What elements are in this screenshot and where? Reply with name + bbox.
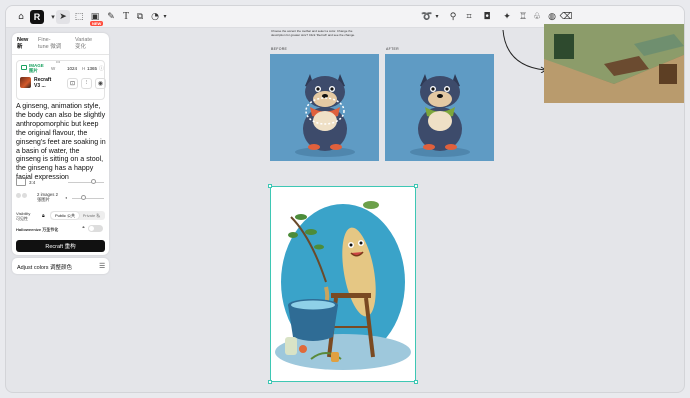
lock-icon: 🔒︎ (42, 213, 45, 219)
adjust-colors-bar[interactable]: Adjust colors 调整颜色 ☰ (12, 258, 109, 274)
resize-handle-bottom-left[interactable] (268, 380, 272, 384)
style-palette-icon[interactable]: ◉ (95, 78, 106, 89)
width-value[interactable]: 1024 (67, 66, 77, 71)
model-name[interactable]: Recraft V3 ... (34, 77, 51, 89)
public-option[interactable]: Public 公共 (51, 212, 79, 219)
mode-tabs: New 新 Fine-tune 微调 Variate 变化 (12, 33, 109, 55)
tab-variate[interactable]: Variate 变化 (75, 37, 92, 51)
logo-icon[interactable]: R (30, 10, 44, 24)
reference-image-icon[interactable]: ⊡ (67, 78, 78, 89)
sliders-icon[interactable]: ☰ (99, 262, 105, 270)
more-options-icon[interactable]: ••• (56, 59, 60, 64)
resize-handle-top-left[interactable] (268, 184, 272, 188)
chevron-down-icon[interactable]: ▾ (158, 10, 172, 24)
image-count-icon (16, 193, 27, 199)
halloweenize-label: Halloweenize 万圣节化 (16, 227, 59, 232)
wand-icon[interactable]: ⚲ (446, 10, 460, 24)
height-label: H (82, 66, 86, 71)
image-count-label: 2 images 2 张图片 (37, 192, 59, 202)
before-label: BEFORE (271, 47, 288, 51)
tab-new[interactable]: New 新 (17, 37, 28, 51)
after-image[interactable] (385, 54, 494, 161)
room-image[interactable] (544, 24, 684, 103)
app-window: ⌂ R ▾ ➤ ⬚ ▣ NEW ✎ T ⧉ ◔ ▾ ➰ ▾ ⚲ ⌗ ◘ ✦ ♖ … (5, 5, 685, 393)
generated-ginseng-image[interactable] (270, 186, 416, 382)
pen-icon[interactable]: ✎ (104, 10, 118, 24)
settings-sliders-icon[interactable]: ⫶ (81, 78, 92, 89)
resize-handle-top-right[interactable] (414, 184, 418, 188)
generation-panel: New 新 Fine-tune 微调 Variate 变化 IMAGE 图片 ••• … (12, 33, 109, 255)
new-badge: NEW (90, 21, 104, 26)
select-icon[interactable]: ➤ (56, 10, 70, 24)
model-thumbnail[interactable] (20, 77, 31, 88)
frame-icon[interactable]: ⬚ (72, 10, 86, 24)
after-label: AFTER (386, 47, 399, 51)
info-icon[interactable]: ⓘ (99, 65, 104, 72)
visibility-label: Visibility 可见性 (16, 211, 31, 221)
sparkle-icon[interactable]: ✦ (500, 10, 514, 24)
image-type-icon (21, 65, 27, 70)
connector-arrow-icon (502, 29, 547, 73)
width-label: W (51, 66, 56, 71)
camera-icon[interactable]: ◘ (480, 10, 494, 24)
private-option[interactable]: Private 私 (79, 212, 104, 219)
resize-handle-bottom-right[interactable] (414, 380, 418, 384)
aspect-ratio-slider[interactable] (68, 182, 104, 184)
image-small-icon: ◖ (65, 195, 68, 200)
tab-fine-tune[interactable]: Fine-tune 微调 (38, 37, 61, 51)
chevron-down-icon[interactable]: ▾ (430, 10, 444, 24)
aspect-ratio-icon[interactable] (16, 177, 26, 186)
recraft-button[interactable]: Recraft 重构 (16, 240, 105, 252)
image-count-slider[interactable] (72, 198, 104, 200)
eraser-icon[interactable]: ⌫ (559, 10, 573, 24)
adjust-colors-label: Adjust colors 调整颜色 (17, 265, 73, 271)
canvas-caption: Choose the accent the toolbar and select… (271, 29, 356, 37)
image-type-label[interactable]: IMAGE 图片 (29, 63, 44, 73)
palette-icon[interactable]: ◍ (545, 10, 559, 24)
pumpkin-icon: ◓ (82, 225, 86, 231)
model-settings: IMAGE 图片 ••• W 1024 H 1365 ⓘ Recraft V3 ..… (16, 59, 106, 100)
height-value[interactable]: 1365 (87, 66, 97, 71)
aspect-ratio-value: 3:4 (29, 180, 36, 185)
prompt-text[interactable]: A ginseng, animation style, the body can… (16, 102, 106, 182)
aspect-ratio-knob[interactable] (91, 179, 96, 184)
home-icon[interactable]: ⌂ (14, 10, 28, 24)
before-image[interactable] (270, 54, 379, 161)
halloweenize-toggle[interactable] (88, 225, 103, 232)
plant-icon[interactable]: ♧ (530, 10, 544, 24)
shirt-icon[interactable]: ♖ (516, 10, 530, 24)
crop-icon[interactable]: ⌗ (462, 10, 476, 24)
layers-icon[interactable]: ⧉ (133, 10, 147, 24)
text-icon[interactable]: T (119, 10, 133, 24)
image-count-knob[interactable] (81, 195, 86, 200)
